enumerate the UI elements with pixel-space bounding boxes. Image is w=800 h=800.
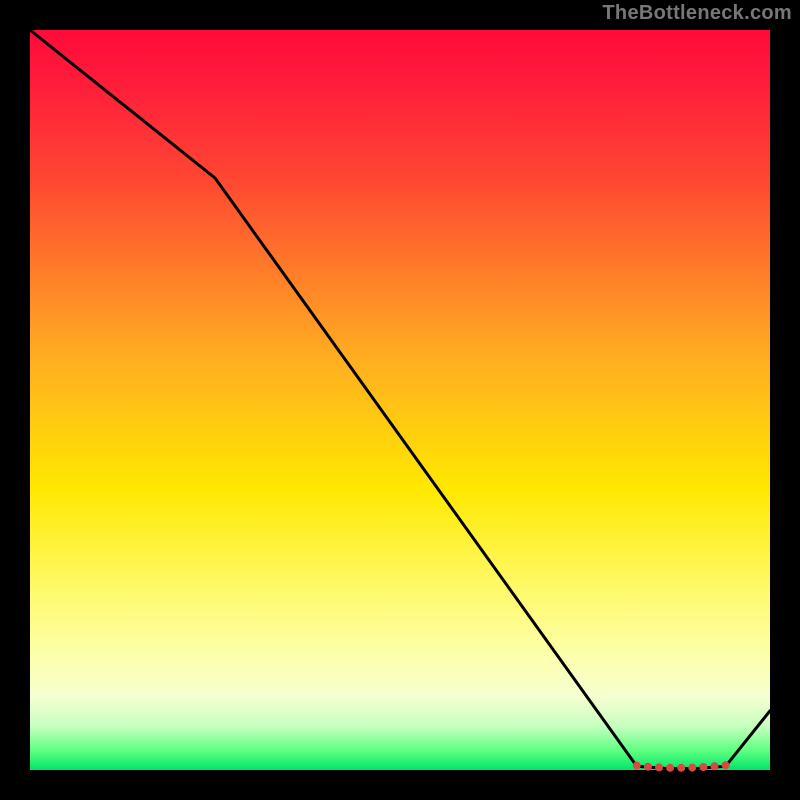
marker-dot bbox=[677, 764, 685, 772]
marker-dot bbox=[655, 763, 663, 771]
chart-svg bbox=[30, 30, 770, 770]
marker-dot bbox=[699, 763, 707, 771]
marker-dot bbox=[688, 764, 696, 772]
marker-dot bbox=[722, 761, 730, 769]
data-markers bbox=[633, 761, 730, 772]
line-series bbox=[30, 30, 770, 769]
watermark-text: TheBottleneck.com bbox=[602, 2, 792, 25]
chart-stage: TheBottleneck.com bbox=[0, 0, 800, 800]
marker-dot bbox=[633, 762, 641, 770]
marker-dot bbox=[711, 762, 719, 770]
marker-dot bbox=[666, 764, 674, 772]
marker-dot bbox=[644, 763, 652, 771]
